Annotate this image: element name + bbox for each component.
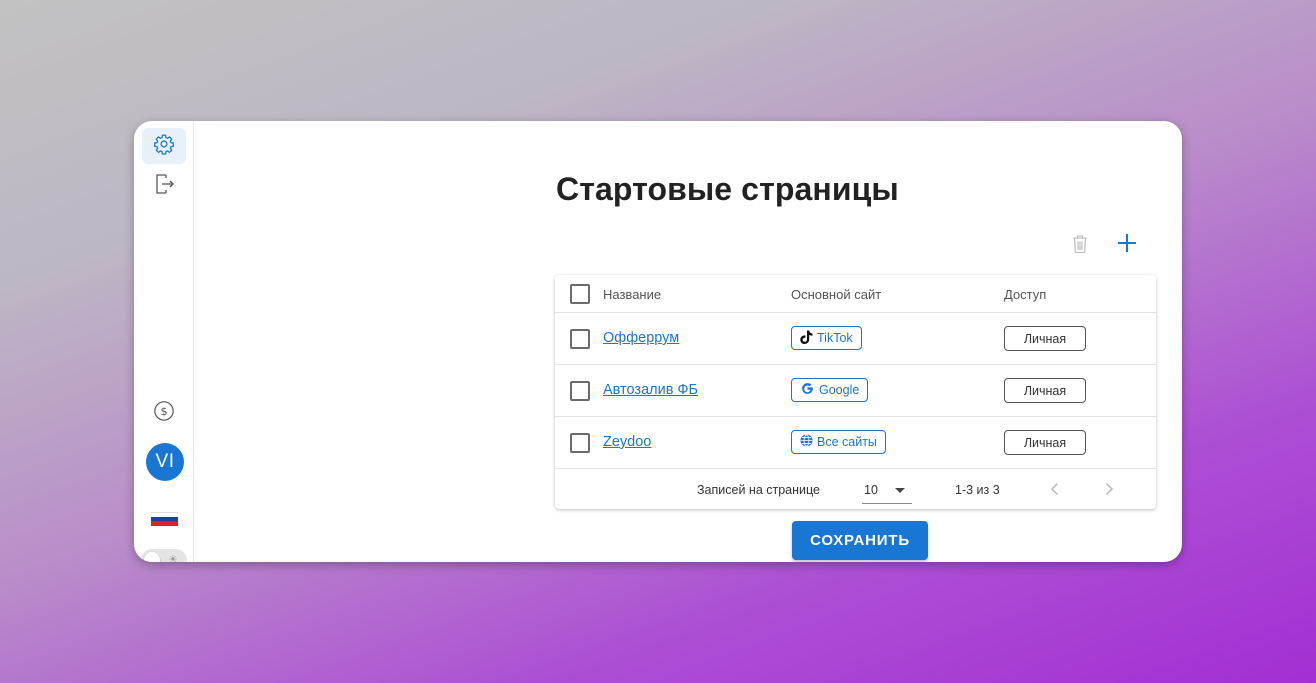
site-label: TikTok: [817, 331, 853, 345]
logout-icon: [152, 172, 176, 201]
table-pagination: Записей на странице 10 1-3 из 3: [555, 471, 1156, 509]
select-all-checkbox[interactable]: [570, 284, 590, 304]
app-window: $ VI ☀ Стартовые страницы Название Основ…: [134, 121, 1182, 562]
sidebar: $ VI ☀: [134, 121, 194, 562]
access-chip: Личная: [1004, 430, 1086, 455]
rows-per-page-label: Записей на странице: [697, 483, 820, 497]
table-row: Zeydoo Все сайты Личная: [555, 417, 1156, 469]
avatar[interactable]: VI: [146, 443, 184, 481]
add-button[interactable]: [1115, 233, 1139, 257]
access-chip: Личная: [1004, 378, 1086, 403]
trash-icon: [1072, 234, 1088, 259]
ru-flag-icon[interactable]: [151, 512, 178, 527]
access-label: Личная: [1023, 383, 1067, 398]
column-header-access[interactable]: Доступ: [1004, 287, 1046, 302]
toggle-knob: [144, 552, 160, 562]
row-checkbox[interactable]: [570, 381, 590, 401]
site-chip: Google: [791, 378, 869, 402]
gear-icon: [153, 133, 175, 160]
access-label: Личная: [1023, 331, 1067, 346]
dollar-circle-icon: $: [153, 400, 175, 427]
caret-down-icon: [895, 488, 905, 493]
next-page-button[interactable]: [1099, 477, 1119, 503]
access-chip: Личная: [1004, 326, 1086, 351]
pagination-range: 1-3 из 3: [955, 483, 1000, 497]
sidebar-item-logout[interactable]: [142, 168, 186, 204]
tiktok-icon: [800, 330, 813, 347]
sidebar-item-balance[interactable]: $: [142, 395, 186, 431]
row-name-link[interactable]: Автозалив ФБ: [603, 382, 698, 398]
page-title: Стартовые страницы: [556, 171, 899, 207]
table-row: Автозалив ФБ Google Личная: [555, 365, 1156, 417]
save-button[interactable]: СОХРАНИТЬ: [792, 521, 928, 560]
rows-per-page-value: 10: [864, 483, 878, 497]
globe-icon: [800, 434, 813, 450]
svg-text:$: $: [161, 405, 168, 418]
rows-per-page-select[interactable]: 10: [862, 476, 912, 504]
row-checkbox[interactable]: [570, 329, 590, 349]
chevron-left-icon: [1050, 482, 1060, 499]
site-chip: TikTok: [791, 326, 862, 350]
row-name-link[interactable]: Zeydoo: [603, 434, 651, 450]
table-header: Название Основной сайт Доступ: [555, 275, 1156, 313]
sidebar-item-settings[interactable]: [142, 128, 186, 164]
delete-button[interactable]: [1070, 234, 1090, 259]
chevron-right-icon: [1104, 482, 1114, 499]
google-icon: [800, 381, 815, 399]
site-label: Google: [819, 383, 860, 397]
previous-page-button[interactable]: [1045, 477, 1065, 503]
start-pages-table: Название Основной сайт Доступ Офферрум T…: [555, 275, 1156, 509]
row-checkbox[interactable]: [570, 433, 590, 453]
sun-icon: ☀: [168, 554, 178, 562]
row-name-link[interactable]: Офферрум: [603, 330, 679, 346]
access-label: Личная: [1023, 435, 1067, 450]
column-header-name[interactable]: Название: [603, 287, 661, 302]
theme-toggle[interactable]: ☀: [141, 549, 187, 562]
avatar-initials: VI: [155, 451, 175, 472]
column-header-site[interactable]: Основной сайт: [791, 287, 881, 302]
site-chip: Все сайты: [791, 430, 886, 454]
plus-icon: [1117, 233, 1137, 258]
site-label: Все сайты: [817, 435, 877, 449]
table-row: Офферрум TikTok Личная: [555, 313, 1156, 365]
